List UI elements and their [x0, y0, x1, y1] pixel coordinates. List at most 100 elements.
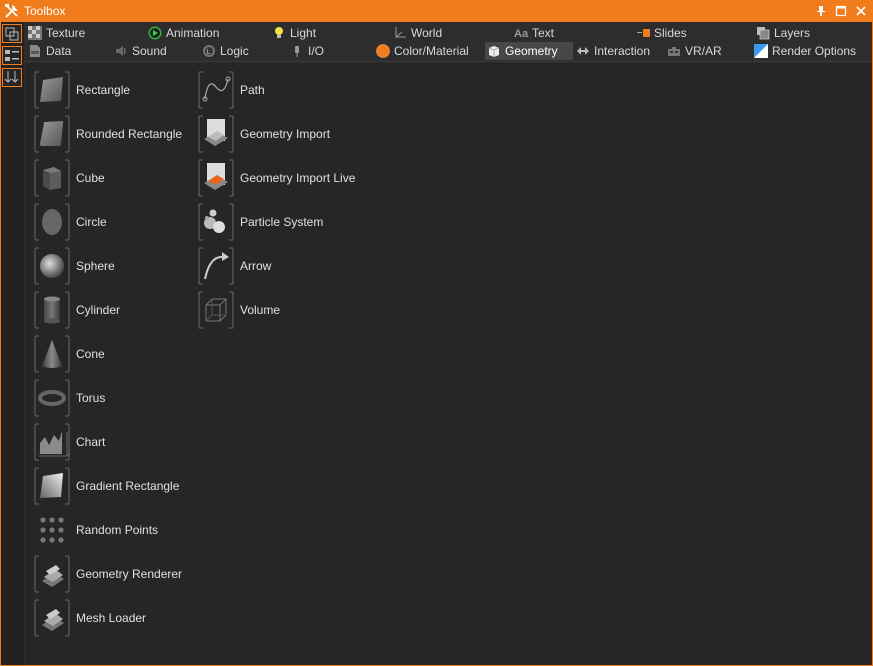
item-label: Particle System	[240, 215, 324, 229]
cylinder-icon	[34, 291, 70, 329]
tools-icon	[5, 4, 18, 18]
rounded-rectangle-icon	[34, 115, 70, 153]
item-cube[interactable]: Cube	[34, 159, 194, 197]
item-label: Mesh Loader	[76, 611, 147, 625]
interaction-icon	[577, 47, 589, 55]
torus-icon	[34, 379, 70, 417]
tab-label: Logic	[220, 44, 249, 58]
tab-slides[interactable]: Slides	[634, 24, 687, 42]
tab-render-options[interactable]: Render Options	[752, 42, 856, 60]
logic-icon: L	[203, 45, 215, 57]
volume-icon	[198, 291, 234, 329]
tab-light[interactable]: Light	[270, 24, 316, 42]
item-label: Volume	[240, 303, 281, 317]
tab-texture[interactable]: Texture	[26, 24, 85, 42]
item-label: Path	[240, 83, 265, 97]
item-volume[interactable]: Volume	[198, 291, 378, 329]
tab-label: Sound	[132, 44, 167, 58]
item-geometry-renderer[interactable]: Geometry Renderer	[34, 555, 194, 593]
tab-data[interactable]: Data	[26, 42, 71, 60]
item-rounded-rectangle[interactable]: Rounded Rectangle	[34, 115, 194, 153]
window-title: Toolbox	[24, 4, 66, 18]
item-chart[interactable]: Chart	[34, 423, 194, 461]
sort-icon[interactable]	[2, 68, 22, 87]
item-label: Geometry Renderer	[76, 567, 183, 581]
tab-io[interactable]: I/O	[288, 42, 324, 60]
item-label: Chart	[76, 435, 106, 449]
pin-icon[interactable]	[813, 3, 829, 19]
item-random-points[interactable]: Random Points	[34, 511, 194, 549]
tab-animation[interactable]: Animation	[146, 24, 219, 42]
tab-label: Light	[290, 26, 317, 40]
tab-vr-ar[interactable]: VR/AR	[665, 42, 722, 60]
sphere-icon	[34, 247, 70, 285]
item-label: Rounded Rectangle	[76, 127, 183, 141]
tab-logic[interactable]: L Logic	[200, 42, 249, 60]
gradient-rectangle-icon	[34, 467, 70, 505]
item-label: Sphere	[76, 259, 115, 273]
vr-icon	[668, 47, 680, 56]
item-label: Arrow	[240, 259, 272, 273]
tab-label: Text	[532, 26, 555, 40]
tab-text[interactable]: Aa Text	[512, 24, 554, 42]
item-label: Geometry Import Live	[240, 171, 356, 185]
title-bar[interactable]: Toolbox	[1, 1, 872, 22]
item-label: Torus	[76, 391, 106, 405]
tab-color-material[interactable]: Color/Material	[374, 42, 469, 60]
circle-icon	[34, 203, 70, 241]
render-icon	[754, 44, 768, 58]
geometry-import-icon	[198, 115, 234, 153]
item-mesh-loader[interactable]: Mesh Loader	[34, 599, 194, 637]
item-label: Circle	[76, 215, 107, 229]
geometry-import-live-icon	[198, 159, 234, 197]
plug-icon	[295, 46, 299, 57]
maximize-icon[interactable]	[833, 3, 849, 19]
tab-label: Geometry	[505, 44, 558, 58]
cone-icon	[34, 335, 70, 373]
axis-icon	[395, 27, 406, 38]
item-geometry-import-live[interactable]: Geometry Import Live	[198, 159, 378, 197]
item-path[interactable]: Path	[198, 71, 378, 109]
tab-label: Slides	[654, 26, 687, 40]
color-icon	[376, 44, 390, 58]
item-rectangle[interactable]: Rectangle	[34, 71, 194, 109]
tab-label: World	[411, 26, 443, 40]
item-cylinder[interactable]: Cylinder	[34, 291, 194, 329]
layers-icon	[757, 27, 770, 40]
mesh-loader-icon	[34, 599, 70, 637]
item-sphere[interactable]: Sphere	[34, 247, 194, 285]
bulb-icon	[275, 27, 283, 38]
item-label: Cone	[76, 347, 105, 361]
category-tabs: Texture Animation Light World Aa Text Sl…	[24, 22, 872, 62]
path-icon	[198, 71, 234, 109]
item-label: Random Points	[76, 523, 159, 537]
tab-layers[interactable]: Layers	[754, 24, 810, 42]
item-torus[interactable]: Torus	[34, 379, 194, 417]
tab-geometry[interactable]: Geometry	[485, 42, 573, 60]
copy-icon[interactable]	[2, 24, 22, 43]
cube-shape-icon	[34, 159, 70, 197]
svg-text:L: L	[207, 48, 211, 56]
close-icon[interactable]	[853, 3, 869, 19]
tab-sound[interactable]: Sound	[112, 42, 167, 60]
tab-label: Layers	[774, 26, 811, 40]
checker-icon	[28, 26, 42, 40]
item-geometry-import[interactable]: Geometry Import	[198, 115, 378, 153]
tab-label: Data	[46, 44, 72, 58]
item-label: Cube	[76, 171, 105, 185]
tab-label: VR/AR	[685, 44, 722, 58]
item-arrow[interactable]: Arrow	[198, 247, 378, 285]
item-circle[interactable]: Circle	[34, 203, 194, 241]
particle-system-icon	[198, 203, 234, 241]
cube-icon	[488, 46, 500, 57]
item-gradient-rectangle[interactable]: Gradient Rectangle	[34, 467, 194, 505]
tab-world[interactable]: World	[391, 24, 442, 42]
item-cone[interactable]: Cone	[34, 335, 194, 373]
tab-interaction[interactable]: Interaction	[574, 42, 650, 60]
item-particle-system[interactable]: Particle System	[198, 203, 378, 241]
tab-label: Animation	[166, 26, 220, 40]
list-view-icon[interactable]	[2, 46, 22, 65]
slides-icon	[637, 29, 650, 37]
tab-label: Texture	[46, 26, 86, 40]
item-label: Cylinder	[76, 303, 121, 317]
